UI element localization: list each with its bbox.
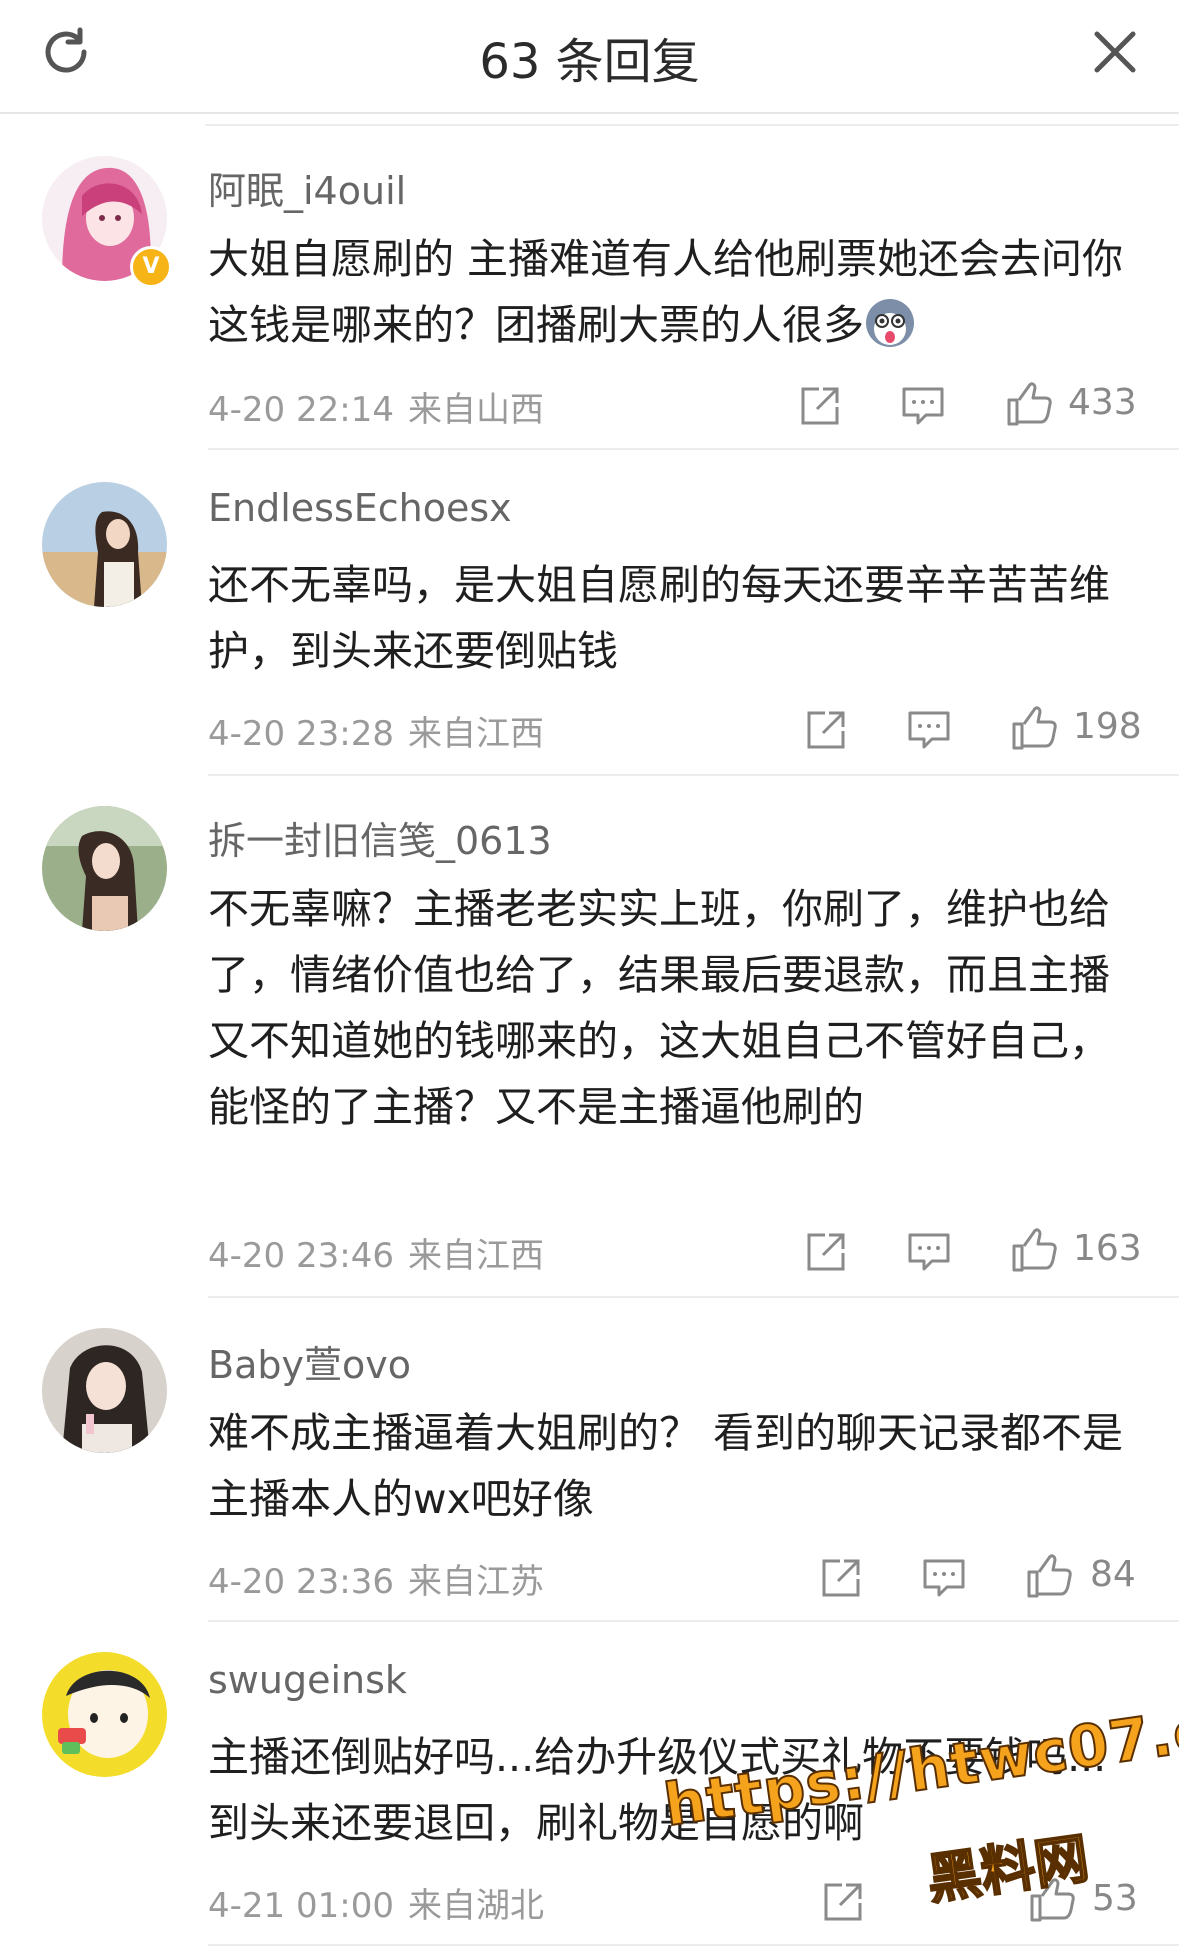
comment-text: 还不无辜吗，是大姐自愿刷的每天还要辛辛苦苦维护，到头来还要倒贴钱 (208, 561, 1110, 675)
comment-meta: 4-20 22:14 来自山西 (208, 382, 544, 431)
like-count: 433 (1068, 382, 1137, 423)
comment-location: 来自湖北 (407, 1886, 544, 1926)
page-title: 63 条回复 (479, 34, 700, 90)
divider (208, 448, 1179, 450)
comment-location: 来自江西 (407, 1236, 544, 1276)
username[interactable]: 拆一封旧信笺_0613 (208, 810, 552, 865)
avatar[interactable] (42, 1652, 167, 1777)
username[interactable]: swugeinsk (208, 1658, 407, 1702)
like-icon[interactable] (1025, 1552, 1073, 1600)
comment-text: 难不成主播逼着大姐刷的？ 看到的聊天记录都不是主播本人的wx吧好像 (208, 1409, 1124, 1523)
avatar[interactable] (42, 806, 167, 931)
comment-icon[interactable] (900, 383, 946, 429)
comment-text: 不无辜嘛？主播老老实实上班，你刷了，维护也给了，情绪价值也给了，结果最后要退款，… (208, 885, 1110, 1131)
comment-location: 来自山西 (407, 390, 544, 430)
share-icon[interactable] (820, 1879, 866, 1925)
username[interactable]: Baby萱ovo (208, 1334, 411, 1389)
like-count: 84 (1090, 1554, 1136, 1595)
comment-text: 大姐自愿刷的 主播难道有人给他刷票她还会去问你这钱是哪来的？团播刷大票的人很多 (208, 226, 1128, 358)
like-icon[interactable] (1010, 1226, 1058, 1274)
comment-text-content: 大姐自愿刷的 主播难道有人给他刷票她还会去问你这钱是哪来的？团播刷大票的人很多 (208, 235, 1124, 349)
avatar[interactable] (42, 482, 167, 607)
comment-date: 4-20 23:36 (208, 1562, 394, 1602)
comment-meta: 4-20 23:28 来自江西 (208, 706, 544, 755)
like-count: 163 (1073, 1228, 1142, 1269)
username[interactable]: EndlessEchoesx (208, 486, 512, 530)
divider (208, 774, 1179, 776)
comment-date: 4-20 23:46 (208, 1236, 394, 1276)
comment-meta: 4-20 23:46 来自江西 (208, 1228, 544, 1277)
share-icon[interactable] (818, 1555, 864, 1601)
header-bar: 63 条回复 (0, 0, 1179, 114)
comment-icon[interactable] (921, 1555, 967, 1601)
divider (205, 124, 1179, 126)
comment-date: 4-20 23:28 (208, 714, 394, 754)
like-count: 53 (1092, 1878, 1138, 1919)
comment-meta: 4-21 01:00 来自湖北 (208, 1878, 544, 1927)
husky-emoji-icon (866, 299, 914, 347)
divider (208, 1944, 1179, 1946)
comment-meta: 4-20 23:36 来自江苏 (208, 1554, 544, 1603)
comment-location: 来自江苏 (407, 1562, 544, 1602)
comment-icon[interactable] (906, 1229, 952, 1275)
like-icon[interactable] (1005, 380, 1053, 428)
like-icon[interactable] (1010, 704, 1058, 752)
comment-date: 4-21 01:00 (208, 1886, 394, 1926)
like-count: 198 (1073, 706, 1142, 747)
share-icon[interactable] (803, 707, 849, 753)
share-icon[interactable] (797, 383, 843, 429)
comment-location: 来自江西 (407, 714, 544, 754)
comment-icon[interactable] (906, 707, 952, 753)
comment-date: 4-20 22:14 (208, 390, 394, 430)
avatar[interactable] (42, 1328, 167, 1453)
verified-badge: V (130, 246, 172, 288)
share-icon[interactable] (803, 1229, 849, 1275)
divider (208, 1296, 1179, 1298)
divider (208, 1620, 1179, 1622)
close-icon[interactable] (1091, 28, 1139, 76)
username[interactable]: 阿眠_i4ouil (208, 160, 406, 215)
